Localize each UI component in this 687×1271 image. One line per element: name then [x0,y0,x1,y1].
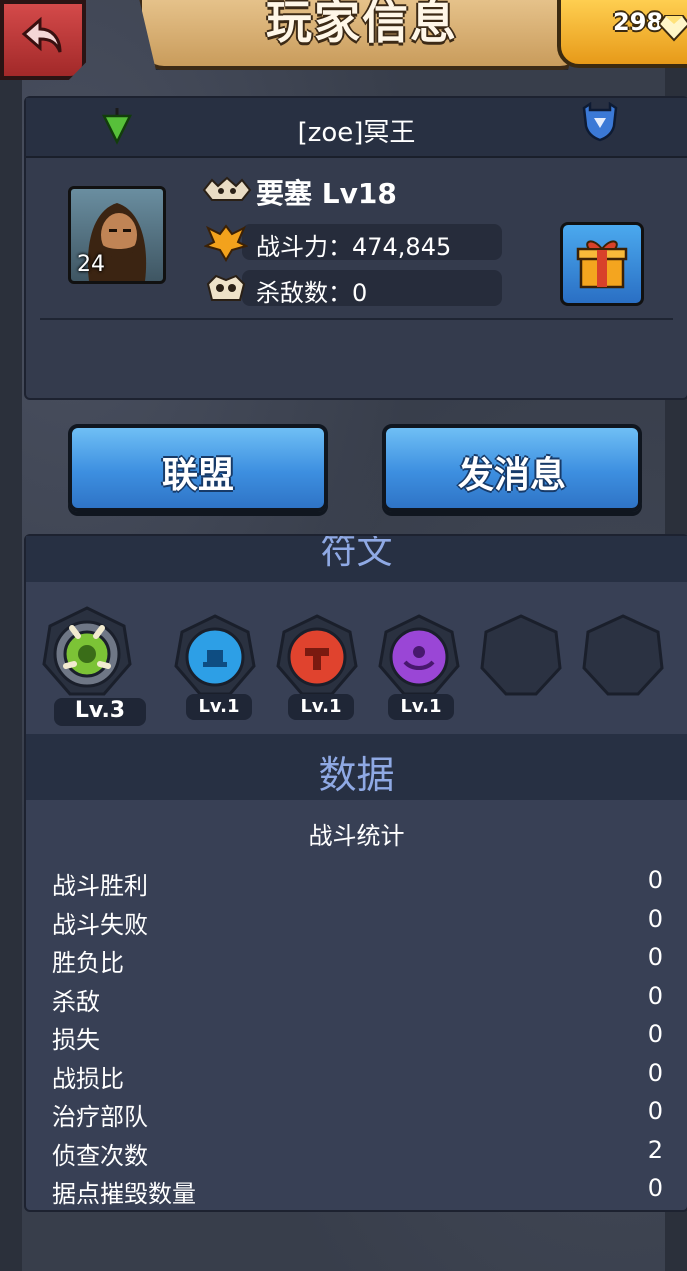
red-rune-icon [276,614,358,696]
rune-level-2: Lv.1 [186,694,252,720]
stat-row-scouts: 侦查次数 2 [52,1134,663,1173]
send-message-button-label: 发消息 [457,455,566,496]
title-banner: 玩家信息 [138,0,586,70]
alliance-button[interactable]: 联盟 [68,424,328,512]
phoenix-icon [204,224,248,262]
purple-rune-icon [378,614,460,696]
rune-slot-3[interactable] [276,614,358,696]
rune-level-4: Lv.1 [388,694,454,720]
fortress-level: 要塞 Lv18 [256,177,397,210]
rune-title: 符文 [320,536,393,572]
rune-level-3: Lv.1 [288,694,354,720]
skull-icon [206,274,246,301]
rune-section-header: 符文 [26,536,687,582]
avatar-level: 24 [77,252,105,277]
rune-slot-2[interactable] [174,614,256,696]
stat-row-victories: 战斗胜利 0 [52,864,663,903]
alliance-button-label: 联盟 [161,455,234,496]
rune-level-1: Lv.3 [54,698,146,726]
stat-label: 胜负比 [52,949,124,977]
stat-value: 0 [647,1097,663,1125]
stat-label: 战斗失败 [52,910,148,939]
green-rune-icon [42,606,132,696]
stat-row-loss-ratio: 战损比 0 [52,1057,663,1096]
stat-value: 0 [647,1174,663,1202]
stat-value: 0 [647,1020,663,1048]
empty-rune-slot-icon [480,614,562,696]
player-card: [zoe]冥王 24 要塞 Lv18 战斗力：474,845 杀敌数：0 [24,96,687,400]
combat-power: 战斗力：474,845 [256,233,452,261]
stat-value: 0 [647,1058,663,1087]
gift-button[interactable] [560,222,644,306]
data-section-header: 数据 [26,734,687,800]
battle-stats-subtitle: 战斗统计 [308,822,405,850]
page-title: 玩家信息 [266,0,458,49]
back-arrow-icon [21,16,62,53]
stat-label: 侦查次数 [52,1141,148,1170]
kill-count: 杀敌数：0 [256,279,368,307]
fortress-skull-icon [202,176,252,201]
gift-icon [576,240,628,289]
stat-label: 据点摧毁数量 [52,1180,196,1208]
stat-label: 战斗胜利 [52,872,148,900]
rune-slot-5-empty[interactable] [478,612,564,698]
rune-slot-4[interactable] [378,614,460,696]
blue-rune-icon [174,614,256,696]
stat-row-defeats: 战斗失败 0 [52,903,663,942]
stat-label: 战损比 [52,1064,124,1093]
stat-value: 0 [647,981,663,1010]
stat-row-strongholds-destroyed: 据点摧毁数量 0 [52,1172,663,1211]
rune-slot-1[interactable] [42,606,132,696]
stat-row-kills: 杀敌 0 [52,980,663,1019]
stat-value: 0 [647,866,663,894]
empty-rune-slot-icon [582,614,664,696]
stat-label: 治疗部队 [52,1103,148,1131]
rock-edge-left [0,0,22,1271]
gem-counter[interactable]: 298 [557,0,687,68]
stat-label: 损失 [52,1026,100,1054]
avatar[interactable]: 24 [68,186,166,284]
gem-count: 298 [613,8,664,36]
send-message-button[interactable]: 发消息 [382,424,642,512]
stat-value: 0 [647,943,663,971]
rune-slot-6-empty[interactable] [580,612,666,698]
stat-row-healed: 治疗部队 0 [52,1095,663,1134]
card-divider [40,318,673,320]
stat-row-losses: 损失 0 [52,1018,663,1057]
stat-value: 0 [647,904,663,933]
gem-icon [659,15,687,42]
stat-value: 2 [647,1135,663,1164]
shield-icon[interactable] [580,102,620,142]
rune-data-panel: 符文 Lv.3 Lv.1 Lv.1 Lv.1 数据 战斗统计 战斗胜利 0 战斗… [24,534,687,1212]
stat-row-win-ratio: 胜负比 0 [52,941,663,980]
stat-label: 杀敌 [52,987,100,1016]
back-button[interactable] [0,0,86,80]
player-name-bar: [zoe]冥王 [26,98,687,158]
battle-stats-list: 战斗胜利 0 战斗失败 0 胜负比 0 杀敌 0 损失 0 战损比 0 治疗部队… [52,864,663,1211]
data-title: 数据 [318,753,395,797]
